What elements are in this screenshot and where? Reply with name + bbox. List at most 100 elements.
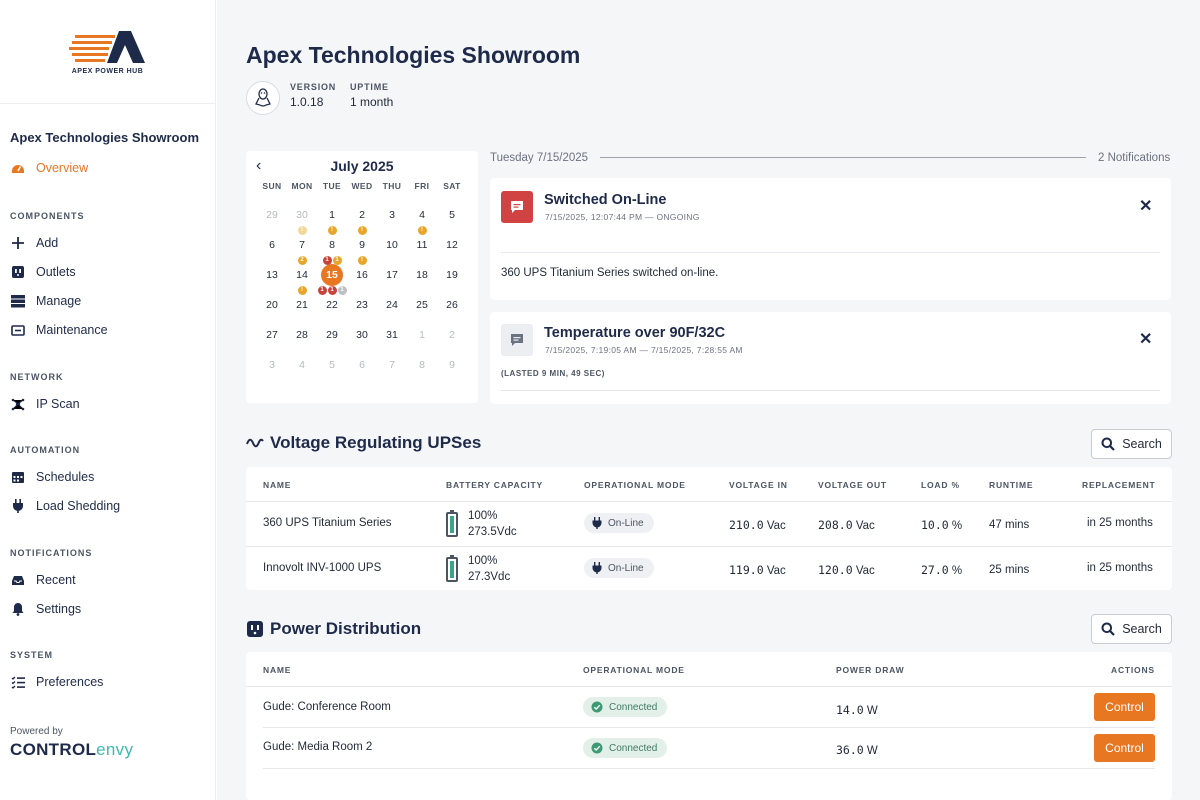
calendar-day[interactable]: 4 (407, 204, 437, 226)
calendar-day[interactable]: 20 (257, 294, 287, 316)
event-dot: ! (297, 286, 307, 295)
calendar-day[interactable]: 6 (347, 354, 377, 376)
calendar-day[interactable]: 17 (377, 264, 407, 286)
sidebar-item-outlets[interactable]: Outlets (0, 257, 215, 286)
event-markers[interactable]: 11 (317, 256, 347, 266)
battery-percent: 100% (468, 510, 498, 522)
calendar-day[interactable]: 3 (257, 354, 287, 376)
calendar-day[interactable]: 14 (287, 264, 317, 286)
sidebar-site-name: Apex Technologies Showroom (10, 130, 200, 145)
calendar-day[interactable]: 2 (437, 324, 467, 346)
ups-name: Innovolt INV-1000 UPS (263, 562, 382, 574)
calendar-day[interactable]: 29 (317, 324, 347, 346)
calendar-day[interactable]: 24 (377, 294, 407, 316)
calendar-day[interactable]: 1 (317, 204, 347, 226)
pdu-search-button[interactable]: Search (1091, 614, 1172, 644)
calendar-day[interactable]: 6 (257, 234, 287, 256)
linux-icon (246, 81, 280, 115)
event-markers[interactable]: ! (317, 226, 347, 236)
section-components: COMPONENTS (10, 211, 85, 221)
calendar-day[interactable]: 12 (437, 234, 467, 256)
sidebar-item-load-shedding[interactable]: Load Shedding (0, 491, 215, 520)
event-markers[interactable]: ! (287, 286, 317, 296)
calendar-day[interactable]: 10 (377, 234, 407, 256)
mode-label: Connected (609, 742, 658, 754)
divider (263, 727, 1155, 728)
ups-section-title: Voltage Regulating UPSes (246, 433, 481, 453)
uptime-value: 1 month (350, 95, 394, 109)
calendar-day[interactable]: 27 (257, 324, 287, 346)
notification-card[interactable]: Switched On-Line 7/15/2025, 12:07:44 PM … (490, 178, 1171, 300)
event-markers[interactable]: ! (407, 226, 437, 236)
calendar-day[interactable]: 3 (377, 204, 407, 226)
sidebar-item-label: Add (36, 235, 59, 250)
calendar-day[interactable]: 1 (407, 324, 437, 346)
toolbox-icon (10, 322, 26, 338)
voltage-in: 210.0 Vac (729, 518, 786, 532)
sidebar-item-recent[interactable]: Recent (0, 565, 215, 594)
runtime: 25 mins (989, 564, 1030, 576)
calendar-day[interactable]: 9 (437, 354, 467, 376)
sidebar-item-overview[interactable]: Overview (0, 153, 215, 182)
mode-badge: On-Line (584, 513, 654, 533)
column-header: VOLTAGE IN (729, 480, 788, 490)
calendar-day[interactable]: 7 (377, 354, 407, 376)
notification-card[interactable]: Temperature over 90F/32C 7/15/2025, 7:19… (490, 312, 1171, 404)
divider (600, 157, 1086, 158)
control-button[interactable]: Control (1094, 734, 1155, 762)
calendar-day[interactable]: 8 (317, 234, 347, 256)
event-markers[interactable]: ! (347, 256, 377, 266)
column-header: REPLACEMENT (1082, 480, 1156, 490)
calendar-day[interactable]: 5 (437, 204, 467, 226)
ups-search-button[interactable]: Search (1091, 429, 1172, 459)
calendar-day[interactable]: 5 (317, 354, 347, 376)
control-button[interactable]: Control (1094, 693, 1155, 721)
close-icon[interactable]: ✕ (1139, 329, 1152, 349)
voltage-in-value: 210.0 (729, 518, 764, 532)
calendar-day[interactable]: 2 (347, 204, 377, 226)
load-value: 10.0 (921, 518, 949, 532)
sidebar-item-schedules[interactable]: Schedules (0, 462, 215, 491)
calendar-day[interactable]: 22 (317, 294, 347, 316)
sidebar-item-preferences[interactable]: Preferences (0, 667, 215, 696)
event-markers[interactable]: 2 (287, 256, 317, 266)
calendar-day[interactable]: 15 (317, 264, 347, 286)
sine-wave-icon (246, 438, 264, 448)
calendar-day[interactable]: 23 (347, 294, 377, 316)
sidebar-item-manage[interactable]: Manage (0, 286, 215, 315)
calendar-day[interactable]: 28 (287, 324, 317, 346)
calendar-day[interactable]: 18 (407, 264, 437, 286)
close-icon[interactable]: ✕ (1139, 196, 1152, 216)
logo[interactable]: APEX POWER HUB (0, 0, 215, 104)
plug-icon (592, 517, 602, 529)
calendar-day[interactable]: 26 (437, 294, 467, 316)
column-header: BATTERY CAPACITY (446, 480, 544, 490)
calendar-day[interactable]: 11 (407, 234, 437, 256)
calendar-day[interactable]: 9 (347, 234, 377, 256)
event-markers[interactable]: ! (347, 226, 377, 236)
unit: % (951, 520, 963, 532)
sidebar-item-add[interactable]: Add (0, 228, 215, 257)
sidebar-item-settings[interactable]: Settings (0, 594, 215, 623)
calendar-day[interactable]: 30 (347, 324, 377, 346)
vendor-logo[interactable]: CONTROLenvy (10, 740, 133, 760)
sidebar-item-ip-scan[interactable]: IP Scan (0, 389, 215, 418)
calendar-day[interactable]: 25 (407, 294, 437, 316)
check-circle-icon (591, 701, 603, 713)
calendar-day[interactable]: 29 (257, 204, 287, 226)
sidebar-item-maintenance[interactable]: Maintenance (0, 315, 215, 344)
calendar-day[interactable]: 4 (287, 354, 317, 376)
calendar-day[interactable]: 19 (437, 264, 467, 286)
calendar-day[interactable]: 8 (407, 354, 437, 376)
calendar-day[interactable]: 7 (287, 234, 317, 256)
apex-logo-icon (68, 30, 145, 63)
section-system: SYSTEM (10, 650, 54, 660)
calendar-day[interactable]: 31 (377, 324, 407, 346)
calendar-day[interactable]: 16 (347, 264, 377, 286)
calendar-day[interactable]: 13 (257, 264, 287, 286)
calendar-day[interactable]: 30 (287, 204, 317, 226)
calendar-day[interactable]: 21 (287, 294, 317, 316)
event-markers[interactable]: 111 (317, 286, 347, 296)
event-markers[interactable]: ! (287, 226, 317, 236)
mode-label: On-Line (608, 562, 644, 574)
